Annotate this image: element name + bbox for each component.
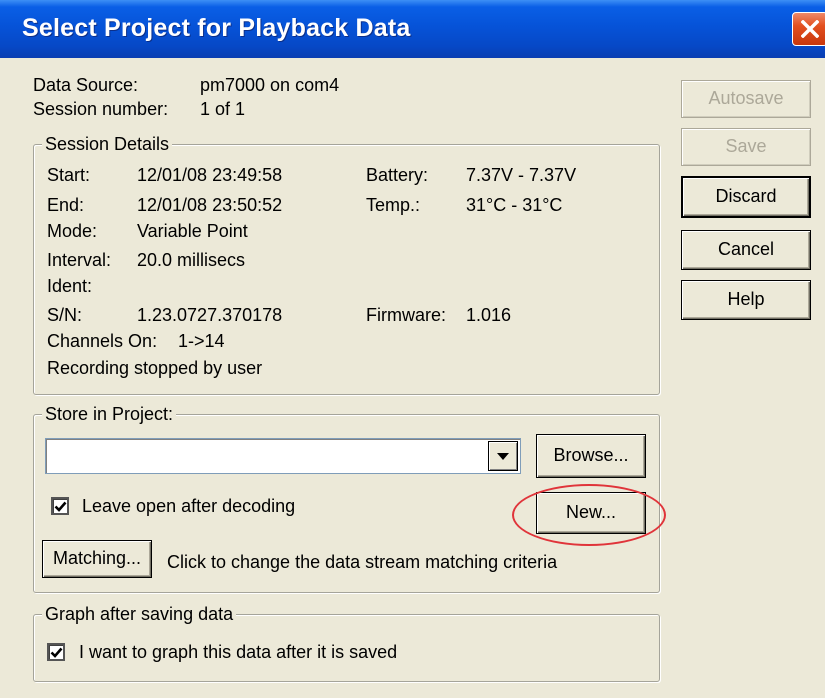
autosave-button-label: Autosave: [708, 88, 784, 108]
firmware-value: 1.016: [466, 305, 512, 325]
end-label: End:: [47, 195, 85, 215]
end-value: 12/01/08 23:50:52: [137, 195, 283, 215]
mode-label: Mode:: [47, 221, 98, 241]
chevron-down-icon: [497, 453, 509, 460]
graph-after-save-checkbox[interactable]: [47, 643, 65, 661]
save-button[interactable]: Save: [681, 128, 811, 166]
mode-value: Variable Point: [137, 221, 248, 241]
new-project-button-label: New...: [565, 502, 617, 522]
start-label: Start:: [47, 165, 91, 185]
ident-label: Ident:: [47, 276, 93, 296]
dialog-window: Select Project for Playback Data Data So…: [0, 0, 825, 698]
checkmark-icon: [54, 501, 67, 512]
leave-open-label: Leave open after decoding: [82, 496, 296, 516]
save-button-label: Save: [725, 136, 767, 156]
discard-button[interactable]: Discard: [681, 176, 811, 218]
matching-button[interactable]: Matching...: [42, 540, 152, 578]
new-project-button[interactable]: New...: [536, 492, 646, 534]
close-icon: [801, 20, 819, 38]
graph-after-save-label: I want to graph this data after it is sa…: [79, 642, 398, 662]
recording-status: Recording stopped by user: [47, 358, 263, 378]
help-button-label: Help: [727, 289, 765, 309]
temp-value: 31°C - 31°C: [466, 195, 563, 215]
sn-label: S/N:: [47, 305, 83, 325]
cancel-button-label: Cancel: [717, 239, 775, 259]
battery-value: 7.37V - 7.37V: [466, 165, 577, 185]
browse-button[interactable]: Browse...: [536, 434, 646, 478]
data-source-label: Data Source:: [33, 75, 139, 95]
window-title: Select Project for Playback Data: [22, 14, 411, 42]
temp-label: Temp.:: [366, 195, 421, 215]
project-combobox[interactable]: [45, 438, 521, 474]
graph-legend: Graph after saving data: [42, 603, 237, 625]
battery-label: Battery:: [366, 165, 429, 185]
interval-value: 20.0 millisecs: [137, 250, 246, 270]
autosave-button[interactable]: Autosave: [681, 80, 811, 118]
browse-button-label: Browse...: [553, 445, 629, 465]
channels-label: Channels On:: [47, 331, 158, 351]
leave-open-checkbox[interactable]: [51, 497, 69, 515]
session-number-value: 1 of 1: [200, 99, 246, 119]
close-button[interactable]: [792, 12, 825, 46]
session-number-label: Session number:: [33, 99, 169, 119]
interval-label: Interval:: [47, 250, 112, 270]
title-bar: Select Project for Playback Data: [0, 0, 825, 58]
matching-hint: Click to change the data stream matching…: [167, 552, 558, 572]
data-source-value: pm7000 on com4: [200, 75, 340, 95]
discard-button-label: Discard: [715, 186, 777, 206]
sn-value: 1.23.0727.370178: [137, 305, 283, 325]
matching-button-label: Matching...: [52, 548, 142, 568]
cancel-button[interactable]: Cancel: [681, 230, 811, 270]
channels-value: 1->14: [178, 331, 225, 351]
combobox-dropdown-button[interactable]: [488, 441, 518, 471]
session-details-legend: Session Details: [42, 133, 173, 155]
start-value: 12/01/08 23:49:58: [137, 165, 283, 185]
help-button[interactable]: Help: [681, 280, 811, 320]
checkmark-icon: [50, 647, 63, 658]
firmware-label: Firmware:: [366, 305, 446, 325]
store-project-legend: Store in Project:: [42, 403, 177, 425]
